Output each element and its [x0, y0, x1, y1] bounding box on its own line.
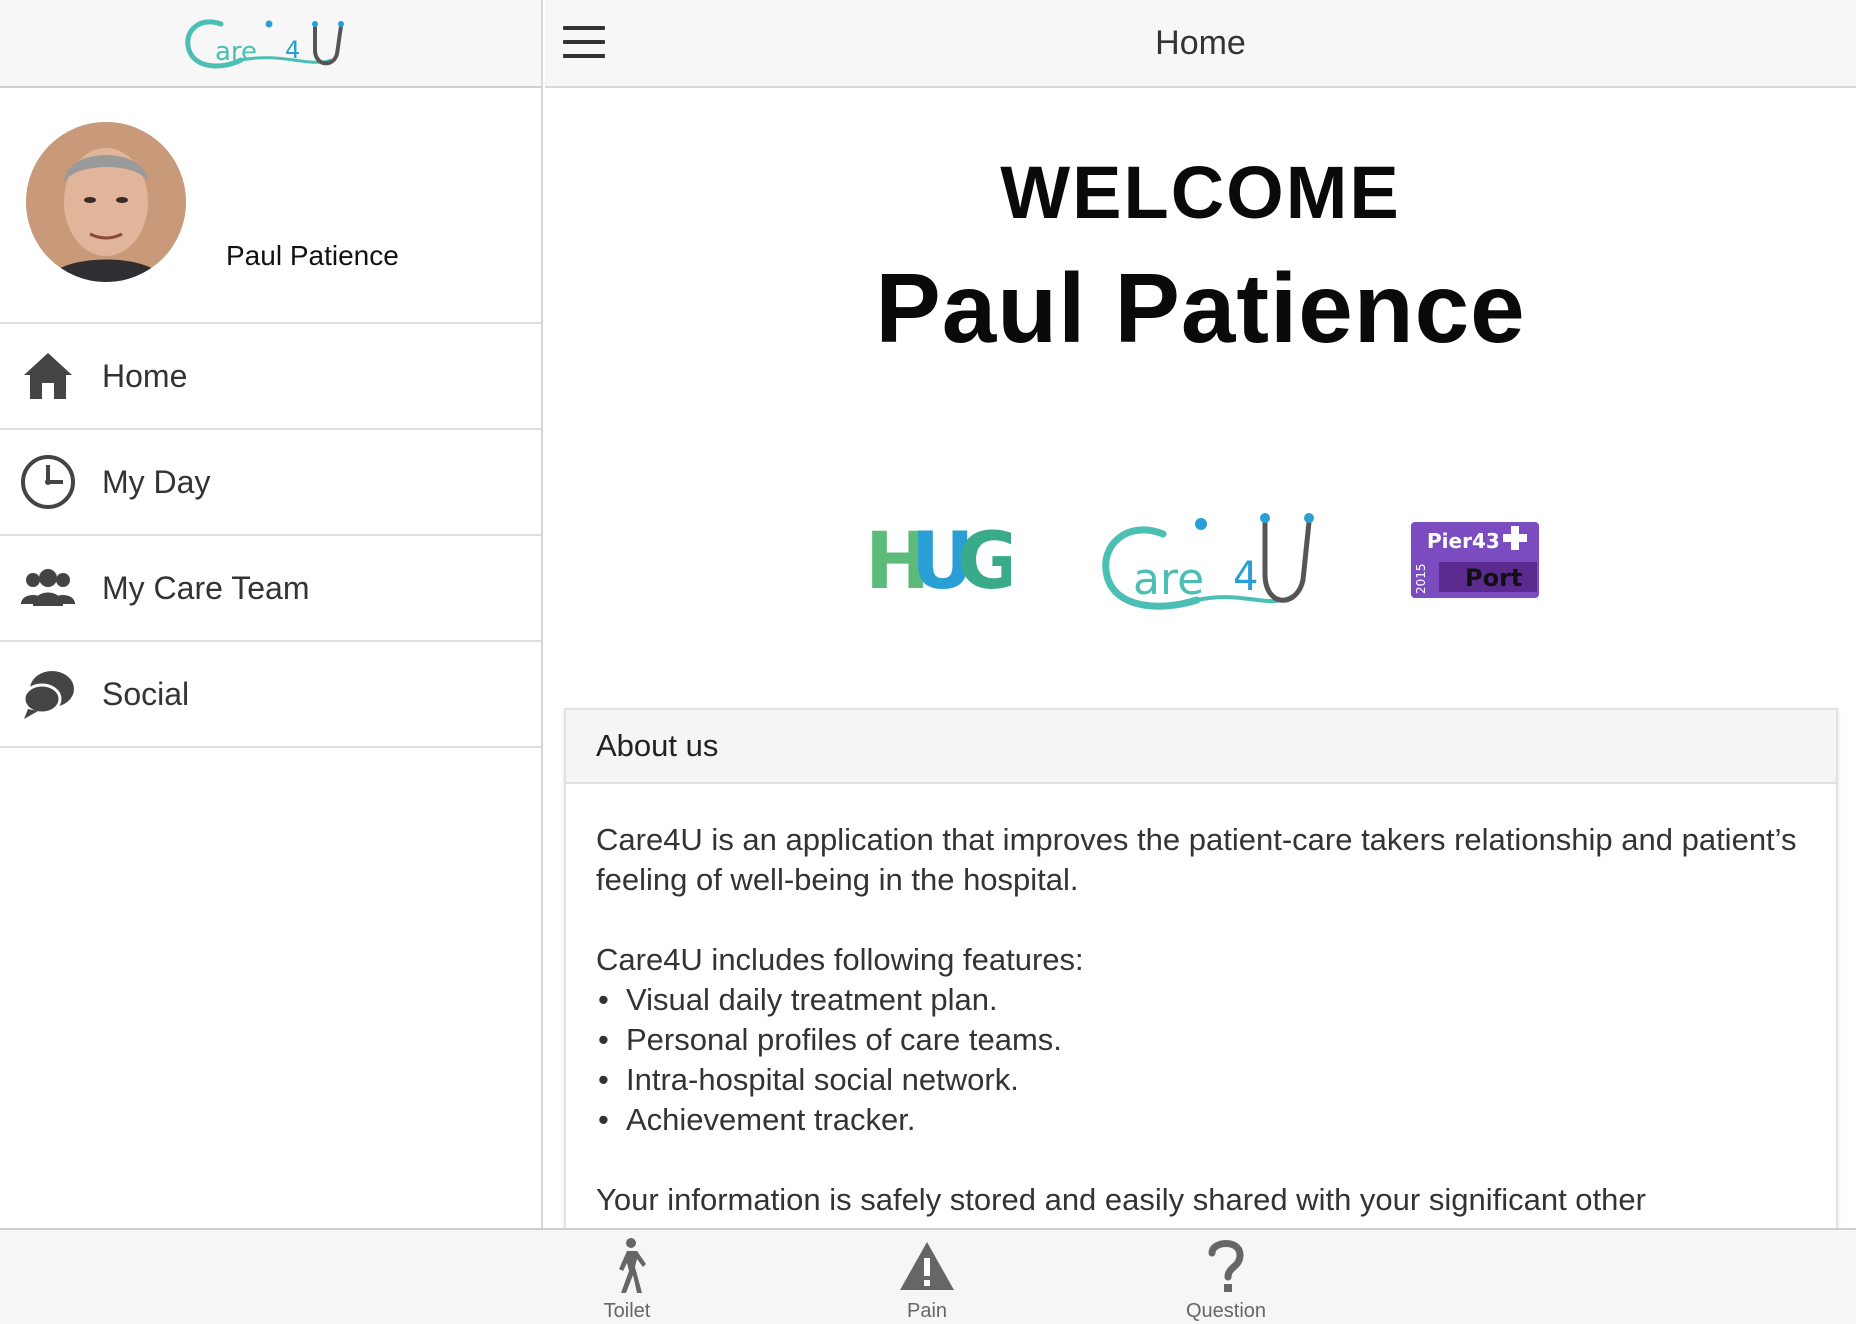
- partner-logos: H U G are 4 Pier43 Port 2015: [545, 500, 1856, 630]
- avatar[interactable]: [26, 122, 186, 282]
- about-card: About us Care4U is an application that i…: [564, 708, 1838, 1228]
- tab-label: Toilet: [603, 1300, 651, 1322]
- sidebar-item-my-care-team[interactable]: My Care Team: [0, 536, 541, 642]
- about-intro: Care4U is an application that improves t…: [596, 822, 1797, 897]
- about-title: About us: [566, 710, 1836, 784]
- profile-name: Paul Patience: [226, 240, 399, 271]
- welcome-heading: WELCOME: [1000, 151, 1401, 234]
- svg-text:are: are: [215, 37, 257, 67]
- features-intro: Care4U includes following features:: [596, 942, 1084, 977]
- sidebar-item-label: Home: [102, 357, 188, 394]
- sidebar-item-label: Social: [102, 675, 190, 712]
- sidebar-item-my-day[interactable]: My Day: [0, 430, 541, 536]
- about-storage: Your information is safely stored and ea…: [596, 1182, 1646, 1217]
- sidebar: are 4 Paul Patience Home My Day My Care …: [0, 0, 543, 1228]
- page-title: Home: [1155, 24, 1246, 62]
- tab-label: Question: [1185, 1300, 1267, 1322]
- question-icon: [1151, 1236, 1301, 1296]
- walking-person-icon: [552, 1236, 702, 1296]
- care4u-logo: are 4: [1102, 513, 1314, 610]
- avatar-portrait: [26, 122, 186, 282]
- tab-pain[interactable]: Pain: [852, 1236, 1002, 1322]
- about-body: Care4U is an application that improves t…: [566, 784, 1836, 1228]
- sidebar-item-home[interactable]: Home: [0, 324, 541, 430]
- list-item: Intra-hospital social network.: [596, 1060, 1806, 1100]
- list-item: Personal profiles of care teams.: [596, 1020, 1806, 1060]
- team-icon: [18, 558, 78, 618]
- tab-label: Pain: [906, 1300, 948, 1322]
- svg-text:4: 4: [285, 36, 300, 64]
- sidebar-item-social[interactable]: Social: [0, 642, 541, 748]
- svg-text:Port: Port: [1465, 564, 1522, 592]
- chat-icon: [18, 664, 78, 724]
- svg-text:are: are: [1133, 554, 1204, 605]
- bottom-tab-bar: Toilet Pain Question: [0, 1228, 1856, 1324]
- tab-question[interactable]: Question: [1151, 1236, 1301, 1322]
- home-icon: [18, 346, 78, 406]
- top-bar: Home: [545, 0, 1856, 88]
- svg-text:4: 4: [1233, 554, 1258, 600]
- sidebar-item-label: My Day: [102, 463, 211, 500]
- main-content: Home WELCOME Paul Patience H U G are 4 P…: [545, 0, 1856, 1228]
- clock-icon: [18, 452, 78, 512]
- features-list: Visual daily treatment plan. Personal pr…: [596, 980, 1806, 1140]
- list-item: Achievement tracker.: [596, 1100, 1806, 1140]
- svg-text:G: G: [957, 524, 1011, 596]
- pier43-port-logo: Pier43 Port 2015: [1411, 522, 1539, 598]
- svg-text:2015: 2015: [1414, 563, 1428, 594]
- list-item: Visual daily treatment plan.: [596, 980, 1806, 1020]
- care4u-logo: are 4: [184, 19, 344, 69]
- welcome-name: Paul Patience: [875, 253, 1526, 363]
- tab-toilet[interactable]: Toilet: [552, 1236, 702, 1322]
- profile-section: Paul Patience: [0, 88, 541, 324]
- hug-logo: H U G: [865, 524, 1011, 596]
- svg-text:Pier43: Pier43: [1427, 529, 1500, 553]
- warning-icon: [852, 1236, 1002, 1296]
- sidebar-item-label: My Care Team: [102, 569, 310, 606]
- app-root: are 4 Paul Patience Home My Day My Care …: [0, 0, 1856, 1324]
- sidebar-header: are 4: [0, 0, 541, 88]
